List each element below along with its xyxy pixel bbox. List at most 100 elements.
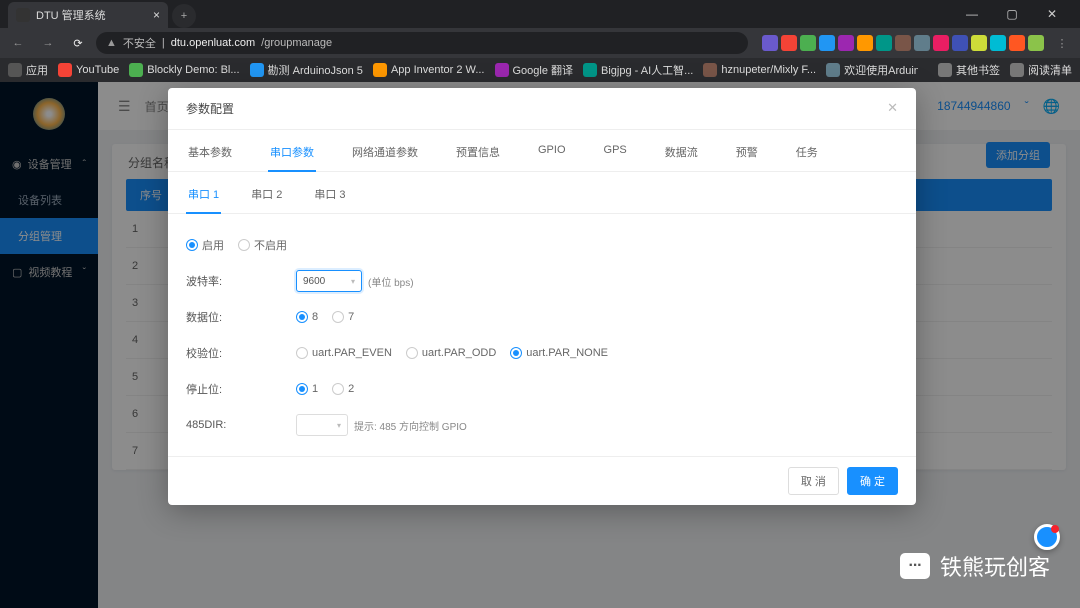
extension-icons [762,35,1044,51]
modal-tab[interactable]: 串口参数 [268,138,316,172]
radio-stop-1[interactable]: 1 [296,383,318,395]
hamburger-icon[interactable]: ☰ [118,98,131,115]
favicon [129,63,143,77]
add-group-button[interactable]: 添加分组 [986,142,1050,168]
modal-title: 参数配置 [186,100,234,117]
modal-tab[interactable]: GPIO [536,138,568,171]
nav-back-icon[interactable]: ← [6,37,30,49]
ext-icon[interactable] [762,35,778,51]
ext-icon[interactable] [971,35,987,51]
address-bar[interactable]: ▲ 不安全 | dtu.openluat.com/groupmanage [96,32,748,54]
browser-tab[interactable]: DTU 管理系统 × [8,2,168,28]
logo[interactable] [0,82,98,146]
ext-icon[interactable] [781,35,797,51]
url-security-label: 不安全 [123,35,156,51]
baud-select[interactable]: 9600▾ [296,270,362,292]
favicon [826,63,840,77]
ext-icon[interactable] [952,35,968,51]
ext-icon[interactable] [1028,35,1044,51]
bookmark-item[interactable]: 勘测 ArduinoJson 5 [250,62,363,78]
url-path: /groupmanage [261,37,332,49]
new-tab-button[interactable]: + [172,4,196,28]
chevron-down-icon: ˇ [83,267,86,278]
row-enable: 启用 不启用 [186,230,898,260]
modal-tab[interactable]: 预警 [734,138,760,171]
baud-label: 波特率: [186,273,296,289]
modal-tab[interactable]: 网络通道参数 [350,138,420,171]
bookmark-other[interactable]: 其他书签 [938,62,1000,78]
ext-icon[interactable] [800,35,816,51]
radio-databits-8[interactable]: 8 [296,311,318,323]
caret-icon: ▾ [337,421,341,430]
bookmark-item[interactable]: Bigjpg - AI人工智... [583,62,693,78]
bookmark-item[interactable]: Blockly Demo: Bl... [129,62,239,78]
radio-parity-none[interactable]: uart.PAR_NONE [510,347,608,359]
favicon [250,63,264,77]
modal-subtab[interactable]: 串口 1 [186,180,221,214]
bookmark-item[interactable]: Google 翻译 [495,62,574,78]
param-config-modal: 参数配置 ✕ 基本参数串口参数网络通道参数预置信息GPIOGPS数据流预警任务 … [168,88,916,505]
modal-tab[interactable]: 任务 [794,138,820,171]
ext-icon[interactable] [857,35,873,51]
ext-icon[interactable] [838,35,854,51]
modal-tab[interactable]: 数据流 [663,138,700,171]
favicon [373,63,387,77]
radio-enable[interactable]: 启用 [186,237,224,253]
modal-tab[interactable]: 预置信息 [454,138,502,171]
radio-parity-odd[interactable]: uart.PAR_ODD [406,347,496,359]
radio-disable[interactable]: 不启用 [238,237,287,253]
ext-icon[interactable] [819,35,835,51]
window-maximize[interactable]: ▢ [992,0,1032,28]
language-icon[interactable]: 🌐 [1043,98,1060,115]
baud-unit: (单位 bps) [368,274,414,289]
stop-label: 停止位: [186,381,296,397]
modal-subtab[interactable]: 串口 3 [312,180,347,213]
sidebar-device-list[interactable]: 设备列表 [0,182,98,218]
user-chevron-icon[interactable]: ˇ [1025,99,1029,113]
caret-icon: ▾ [351,277,355,286]
modal-subtab[interactable]: 串口 2 [249,180,284,213]
wechat-icon [900,553,930,579]
ext-icon[interactable] [933,35,949,51]
reading-list[interactable]: 阅读清单 [1010,62,1072,78]
ext-icon[interactable] [895,35,911,51]
window-close[interactable]: ✕ [1032,0,1072,28]
tab-close-icon[interactable]: × [153,8,160,22]
modal-tab[interactable]: 基本参数 [186,138,234,171]
nav-reload-icon[interactable]: ⟳ [66,37,90,50]
cancel-button[interactable]: 取 消 [788,467,839,495]
dir485-select[interactable]: ▾ [296,414,348,436]
browser-menu-icon[interactable]: ⋮ [1050,37,1074,50]
bookmark-item[interactable]: hznupeter/Mixly F... [703,62,816,78]
bookmark-item[interactable]: YouTube [58,62,119,78]
ext-icon[interactable] [914,35,930,51]
ext-icon[interactable] [990,35,1006,51]
breadcrumb-home[interactable]: 首页 [145,98,169,115]
favicon [58,63,72,77]
bookmark-item[interactable]: 欢迎使用Arduino I... [826,62,918,78]
radio-databits-7[interactable]: 7 [332,311,354,323]
modal-close-icon[interactable]: ✕ [887,100,898,117]
sidebar-video-tutorial[interactable]: ▢视频教程ˇ [0,254,98,290]
sidebar-group-mgmt[interactable]: 分组管理 [0,218,98,254]
ext-icon[interactable] [876,35,892,51]
bookmark-item[interactable]: App Inventor 2 W... [373,62,485,78]
apps-button[interactable]: 应用 [8,62,48,78]
modal-tab[interactable]: GPS [602,138,629,171]
watermark: 铁熊玩创客 [900,550,1050,582]
sidebar-device-mgmt[interactable]: ◉设备管理ˆ [0,146,98,182]
chevron-up-icon: ˆ [83,159,86,170]
tab-title: DTU 管理系统 [36,7,106,23]
bookmarks-bar: 应用 YouTube Blockly Demo: Bl... 勘测 ArduinoJ… [0,58,1080,82]
ok-button[interactable]: 确 定 [847,467,898,495]
window-minimize[interactable]: — [952,0,992,28]
user-phone[interactable]: 18744944860 [937,99,1010,113]
ext-icon[interactable] [1009,35,1025,51]
help-fab[interactable] [1034,524,1060,550]
radio-parity-even[interactable]: uart.PAR_EVEN [296,347,392,359]
address-bar-row: ← → ⟳ ▲ 不安全 | dtu.openluat.com/groupmana… [0,28,1080,58]
row-parity: 校验位: uart.PAR_EVEN uart.PAR_ODD uart.PAR… [186,338,898,368]
nav-forward-icon: → [36,37,60,49]
browser-tabbar: DTU 管理系统 × + — ▢ ✕ [0,0,1080,28]
radio-stop-2[interactable]: 2 [332,383,354,395]
